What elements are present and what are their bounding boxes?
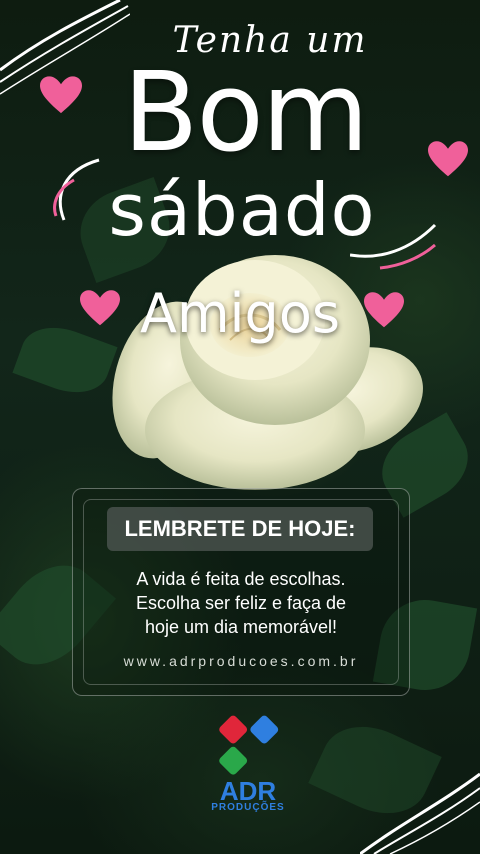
reminder-line: A vida é feita de escolhas. (136, 569, 346, 589)
heart-icon (428, 141, 468, 177)
greeting-line-amigos: Amigos (140, 282, 340, 345)
reminder-line: hoje um dia memorável! (144, 617, 338, 637)
reminder-title: LEMBRETE DE HOJE: (107, 507, 373, 551)
reminder-message: A vida é feita de escolhas. Escolha ser … (83, 567, 399, 639)
heart-icon (364, 292, 404, 328)
heart-icon (80, 290, 120, 326)
sabado-bracket-left (53, 158, 100, 221)
reminder-card: LEMBRETE DE HOJE: A vida é feita de esco… (72, 488, 410, 696)
heart-icon (40, 76, 82, 114)
website-link[interactable]: www.adrproducoes.com.br (73, 653, 409, 669)
adr-logo-icon (219, 715, 279, 775)
sabado-bracket-right (350, 223, 437, 270)
reminder-line: Escolha ser feliz e faça de (135, 593, 347, 613)
corner-swoosh-bottom-right (360, 772, 480, 854)
brand-subtitle: PRODUÇÕES (211, 802, 285, 813)
